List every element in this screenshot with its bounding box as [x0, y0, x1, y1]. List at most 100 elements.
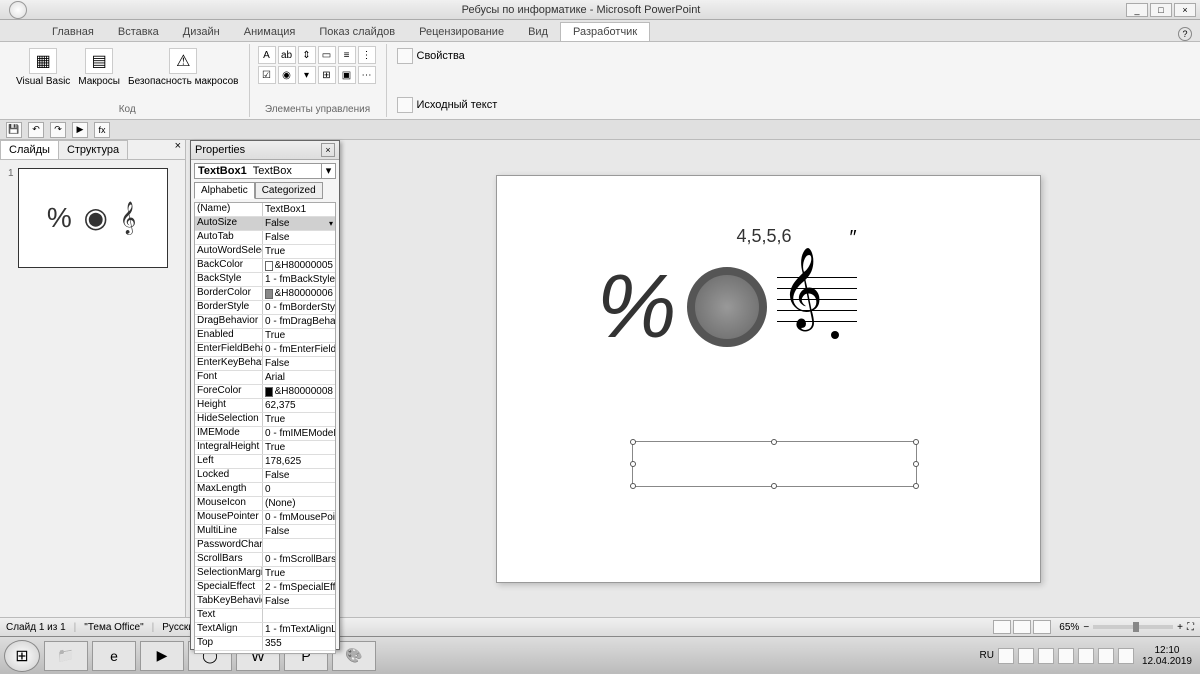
property-value[interactable]: False: [263, 357, 335, 370]
property-value[interactable]: (None): [263, 497, 335, 510]
view-code-button[interactable]: Исходный текст: [395, 95, 500, 115]
resize-handle-e[interactable]: [913, 461, 919, 467]
properties-close-button[interactable]: ×: [321, 143, 335, 157]
property-row[interactable]: Left178,625: [195, 455, 335, 469]
property-row[interactable]: BorderStyle0 - fmBorderStyleNone: [195, 301, 335, 315]
resize-handle-se[interactable]: [913, 483, 919, 489]
properties-button[interactable]: Свойства: [395, 46, 500, 66]
property-row[interactable]: BackColor&H80000005: [195, 259, 335, 273]
maximize-button[interactable]: □: [1150, 3, 1172, 17]
resize-handle-nw[interactable]: [630, 439, 636, 445]
property-row[interactable]: MouseIcon(None): [195, 497, 335, 511]
property-value[interactable]: TextBox1: [263, 203, 335, 216]
visual-basic-button[interactable]: ▦Visual Basic: [14, 46, 72, 89]
property-value[interactable]: True: [263, 245, 335, 258]
control-image-icon[interactable]: ▣: [338, 66, 356, 84]
categorized-tab[interactable]: Categorized: [255, 182, 323, 199]
control-more-icon[interactable]: ⋯: [358, 66, 376, 84]
sorter-view-button[interactable]: [1013, 620, 1031, 634]
media-task-button[interactable]: ▶: [140, 641, 184, 671]
tray-icon-1[interactable]: [998, 648, 1014, 664]
fit-button[interactable]: ⛶: [1187, 622, 1194, 633]
property-row[interactable]: FontArial: [195, 371, 335, 385]
control-checkbox-icon[interactable]: ☑: [258, 66, 276, 84]
property-row[interactable]: ForeColor&H80000008: [195, 385, 335, 399]
property-row[interactable]: TabKeyBehaviorFalse: [195, 595, 335, 609]
control-textbox-icon[interactable]: ab: [278, 46, 296, 64]
chevron-down-icon[interactable]: ▾: [329, 219, 333, 228]
property-row[interactable]: Height62,375: [195, 399, 335, 413]
property-row[interactable]: PasswordChar: [195, 539, 335, 553]
resize-handle-ne[interactable]: [913, 439, 919, 445]
language-tray[interactable]: RU: [979, 650, 993, 661]
property-row[interactable]: EnterKeyBehaviorFalse: [195, 357, 335, 371]
property-row[interactable]: ScrollBars0 - fmScrollBarsNone: [195, 553, 335, 567]
explorer-task-button[interactable]: 📁: [44, 641, 88, 671]
property-value[interactable]: False: [263, 469, 335, 482]
control-button-icon[interactable]: ▭: [318, 46, 336, 64]
property-value[interactable]: True: [263, 329, 335, 342]
property-row[interactable]: Text: [195, 609, 335, 623]
undo-button[interactable]: ↶: [28, 122, 44, 138]
panel-close-button[interactable]: ×: [171, 140, 185, 159]
tray-icon-2[interactable]: [1018, 648, 1034, 664]
tab-view[interactable]: Вид: [516, 23, 560, 41]
slide-thumbnail[interactable]: % ◉ 𝄞: [18, 168, 168, 268]
control-list-icon[interactable]: ⋮: [358, 46, 376, 64]
property-value[interactable]: &H80000005: [263, 259, 335, 272]
property-value[interactable]: False: [263, 595, 335, 608]
tab-developer[interactable]: Разработчик: [560, 22, 650, 41]
tray-icon-5[interactable]: [1078, 648, 1094, 664]
zoom-slider[interactable]: [1093, 625, 1173, 629]
control-option-icon[interactable]: ◉: [278, 66, 296, 84]
property-row[interactable]: Top355: [195, 637, 335, 651]
volume-icon[interactable]: [1118, 648, 1134, 664]
control-toggle-icon[interactable]: ⊞: [318, 66, 336, 84]
property-value[interactable]: &H80000006: [263, 287, 335, 300]
property-value[interactable]: True: [263, 441, 335, 454]
macros-button[interactable]: ▤Макросы: [76, 46, 122, 89]
property-value[interactable]: 0: [263, 483, 335, 496]
slides-tab[interactable]: Слайды: [0, 140, 59, 159]
property-row[interactable]: IntegralHeightTrue: [195, 441, 335, 455]
property-value[interactable]: True: [263, 567, 335, 580]
property-row[interactable]: IMEMode0 - fmIMEModeNoControl: [195, 427, 335, 441]
tab-review[interactable]: Рецензирование: [407, 23, 516, 41]
close-button[interactable]: ×: [1174, 3, 1196, 17]
chevron-down-icon[interactable]: ▾: [321, 164, 335, 178]
office-button[interactable]: [0, 0, 36, 20]
property-value[interactable]: 0 - fmScrollBarsNone: [263, 553, 335, 566]
control-label-icon[interactable]: A: [258, 46, 276, 64]
resize-handle-s[interactable]: [771, 483, 777, 489]
property-row[interactable]: LockedFalse: [195, 469, 335, 483]
ie-task-button[interactable]: e: [92, 641, 136, 671]
property-row[interactable]: MultiLineFalse: [195, 525, 335, 539]
property-row[interactable]: MaxLength0: [195, 483, 335, 497]
property-value[interactable]: False: [263, 231, 335, 244]
control-combo-icon[interactable]: ▾: [298, 66, 316, 84]
properties-titlebar[interactable]: Properties ×: [191, 141, 339, 160]
zoom-in-button[interactable]: +: [1177, 622, 1183, 633]
normal-view-button[interactable]: [993, 620, 1011, 634]
property-value[interactable]: 0 - fmEnterFieldBehaviorSelectAll: [263, 343, 335, 356]
macro-security-button[interactable]: ⚠Безопасность макросов: [126, 46, 241, 89]
tab-insert[interactable]: Вставка: [106, 23, 171, 41]
repeat-button[interactable]: ▶: [72, 122, 88, 138]
redo-button[interactable]: ↷: [50, 122, 66, 138]
control-spin-icon[interactable]: ⇕: [298, 46, 316, 64]
alphabetic-tab[interactable]: Alphabetic: [194, 182, 255, 199]
object-selector[interactable]: TextBox1 TextBox ▾: [194, 163, 336, 179]
property-value[interactable]: 355: [263, 637, 335, 650]
property-value[interactable]: 1 - fmBackStyleOpaque: [263, 273, 335, 286]
tab-animation[interactable]: Анимация: [232, 23, 308, 41]
property-row[interactable]: AutoSizeFalse▾: [195, 217, 335, 231]
property-value[interactable]: [263, 609, 335, 622]
property-row[interactable]: EnabledTrue: [195, 329, 335, 343]
property-row[interactable]: HideSelectionTrue: [195, 413, 335, 427]
property-row[interactable]: BorderColor&H80000006: [195, 287, 335, 301]
textbox-selection[interactable]: [632, 441, 917, 487]
property-value[interactable]: 0 - fmBorderStyleNone: [263, 301, 335, 314]
zoom-out-button[interactable]: −: [1083, 622, 1089, 633]
property-row[interactable]: EnterFieldBehavior0 - fmEnterFieldBehavi…: [195, 343, 335, 357]
property-value[interactable]: False▾: [263, 217, 335, 230]
